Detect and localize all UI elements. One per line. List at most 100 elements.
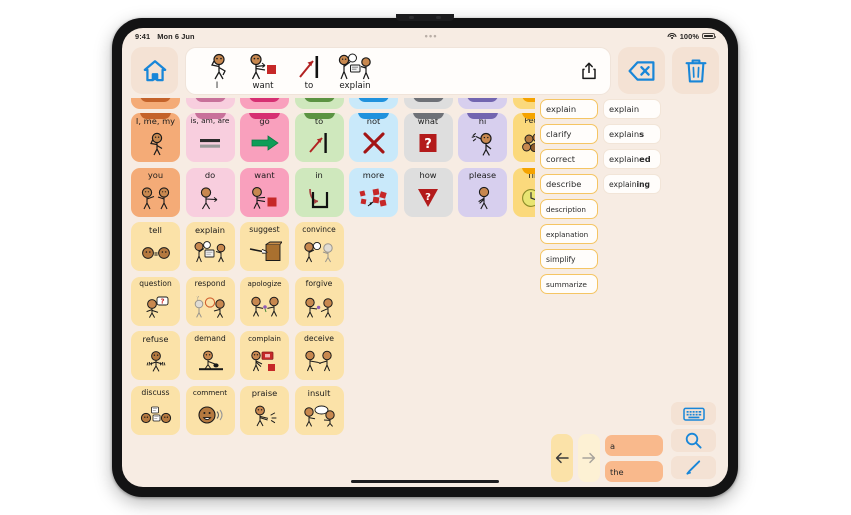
prediction-word[interactable]: summarize bbox=[540, 274, 598, 294]
sentence-word[interactable]: explain bbox=[332, 50, 378, 92]
grid-cell-not[interactable]: [data-name="grid-cell-not"]::before{back… bbox=[349, 113, 398, 162]
head-talking-waves-icon bbox=[186, 396, 235, 434]
grid-cell-discuss[interactable]: discuss bbox=[131, 385, 180, 435]
camera-bump bbox=[396, 14, 454, 21]
sentence-word-label: want bbox=[252, 80, 274, 91]
partial-cell[interactable] bbox=[131, 98, 180, 109]
grid-cell-suggest[interactable]: suggest bbox=[240, 222, 289, 271]
backspace-button[interactable] bbox=[618, 47, 665, 94]
grid-cell-in[interactable]: in bbox=[294, 167, 344, 217]
grid-cell-to[interactable]: [data-name="grid-cell-to"]::before{backg… bbox=[294, 113, 344, 162]
cell-label: respond bbox=[194, 279, 226, 288]
grid-cell-question[interactable]: question ? bbox=[131, 276, 180, 326]
sentence-word[interactable]: I bbox=[194, 50, 240, 92]
green-arrow-right-icon bbox=[240, 125, 289, 162]
grid-cell-deceive[interactable]: deceive bbox=[294, 331, 344, 380]
cell-label: deceive bbox=[304, 333, 334, 343]
inflection-word[interactable]: explain ing bbox=[603, 174, 661, 194]
grid-cell-how[interactable]: how ? bbox=[403, 167, 453, 217]
grid-cell-you[interactable]: you bbox=[131, 167, 180, 217]
arrow-right-icon bbox=[582, 452, 596, 464]
person-giving-flower-icon bbox=[240, 287, 289, 325]
person-waving-icon bbox=[458, 125, 507, 162]
grid-cell-apologize[interactable]: apologize bbox=[240, 276, 289, 326]
clear-all-button[interactable] bbox=[672, 47, 719, 94]
partial-row-above bbox=[131, 98, 535, 109]
grid-cell-do[interactable]: do bbox=[185, 167, 235, 217]
inflection-stem: explain bbox=[609, 129, 640, 139]
cell-label: praise bbox=[251, 388, 278, 398]
grid-cell-want[interactable]: want bbox=[240, 167, 289, 217]
grid-cell-what[interactable]: [data-name="grid-cell-what"]::before{bac… bbox=[403, 113, 453, 162]
inflection-word[interactable]: explain s bbox=[603, 124, 661, 144]
cell-label: Time bbox=[526, 170, 535, 180]
cell-label: you bbox=[147, 170, 164, 180]
prediction-word[interactable]: explain bbox=[540, 99, 598, 119]
partial-cell[interactable] bbox=[185, 98, 235, 109]
grid-cell-hi[interactable]: [data-name="grid-cell-hi"]::before{backg… bbox=[458, 113, 507, 162]
prediction-word[interactable]: explanation bbox=[540, 224, 598, 244]
partial-cell[interactable] bbox=[349, 98, 398, 109]
prediction-word[interactable]: describe bbox=[540, 174, 598, 194]
grid-cell-time-folder[interactable]: [data-name="grid-cell-time-folder"]::bef… bbox=[512, 167, 535, 217]
grid-cell-convince[interactable]: convince bbox=[294, 222, 344, 271]
grid-cell-respond[interactable]: respond ? bbox=[185, 276, 235, 326]
grid-cell-demand[interactable]: demand bbox=[185, 331, 235, 380]
prediction-word[interactable]: description bbox=[540, 199, 598, 219]
search-button[interactable] bbox=[671, 429, 716, 452]
grid-cell-go[interactable]: [data-name="grid-cell-go"]::before{backg… bbox=[240, 113, 289, 162]
edit-button[interactable] bbox=[671, 456, 716, 479]
prediction-word[interactable]: clarify bbox=[540, 124, 598, 144]
sentence-word[interactable]: to bbox=[286, 50, 332, 92]
sentence-bar[interactable]: I want to explain bbox=[185, 46, 611, 95]
share-button[interactable] bbox=[576, 58, 602, 84]
back-button[interactable] bbox=[551, 434, 573, 482]
grid-cell-more[interactable]: more bbox=[349, 167, 398, 217]
prediction-word[interactable]: correct bbox=[540, 149, 598, 169]
multitask-handle[interactable]: ••• bbox=[195, 31, 668, 41]
article-the-button[interactable]: the bbox=[605, 461, 663, 482]
grid-cell-insult[interactable]: insult bbox=[294, 385, 344, 435]
core-word-column: explain clarify correct describe descrip… bbox=[540, 99, 598, 294]
partial-cell[interactable] bbox=[240, 98, 289, 109]
article-buttons: a the bbox=[605, 435, 663, 482]
partial-cell[interactable] bbox=[512, 98, 535, 109]
inflection-word[interactable]: explain ed bbox=[603, 149, 661, 169]
clock-calendar-icon bbox=[513, 179, 535, 216]
grid-cell-people-folder[interactable]: [data-name="grid-cell-people-folder"]::b… bbox=[512, 113, 535, 162]
sentence-word[interactable]: want bbox=[240, 50, 286, 92]
grid-cell-comment[interactable]: comment bbox=[185, 385, 235, 435]
grid-cell-please[interactable]: please bbox=[458, 167, 507, 217]
status-time: 9:41 bbox=[135, 31, 151, 41]
prediction-word[interactable]: simplify bbox=[540, 249, 598, 269]
article-a-button[interactable]: a bbox=[605, 435, 663, 456]
grid-cell-explain[interactable]: explain bbox=[185, 222, 235, 271]
grid-cell-tell[interactable]: tell bbox=[131, 222, 180, 271]
forward-button[interactable] bbox=[578, 434, 600, 482]
partial-cell[interactable] bbox=[458, 98, 507, 109]
grid-cell-is-am-are[interactable]: [data-name="grid-cell-is-am-are"]::befor… bbox=[185, 113, 235, 162]
grid-cell-complain[interactable]: complain bbox=[240, 331, 289, 380]
inflection-word[interactable]: explain bbox=[603, 99, 661, 119]
utility-buttons bbox=[668, 399, 719, 482]
grid-cell-i-me-my[interactable]: [data-name="grid-cell-i-me-my"]::before{… bbox=[131, 113, 180, 162]
cell-label: want bbox=[254, 170, 275, 180]
partial-cell[interactable] bbox=[403, 98, 453, 109]
grid-cell-refuse[interactable]: refuse bbox=[131, 331, 180, 380]
cell-label: refuse bbox=[142, 333, 169, 344]
hand-pointing-box-icon bbox=[240, 233, 289, 271]
two-people-pointing-icon bbox=[131, 179, 180, 216]
inflection-suffix: s bbox=[639, 129, 645, 139]
partial-cell[interactable] bbox=[294, 98, 344, 109]
inflection-suffix: ed bbox=[639, 154, 651, 164]
keyboard-button[interactable] bbox=[671, 402, 716, 425]
grid-cell-forgive[interactable]: forgive bbox=[294, 276, 344, 326]
cell-label: please bbox=[468, 170, 497, 180]
grid-cell-praise[interactable]: praise bbox=[240, 385, 289, 435]
home-button[interactable] bbox=[131, 47, 178, 94]
person-clapping-icon bbox=[240, 397, 289, 434]
grid-row: question ? respond ? apologize forgive bbox=[131, 276, 535, 326]
person-fist-on-table-icon bbox=[186, 342, 235, 380]
person-forgiving-icon bbox=[295, 288, 344, 326]
svg-text:?: ? bbox=[425, 192, 431, 203]
